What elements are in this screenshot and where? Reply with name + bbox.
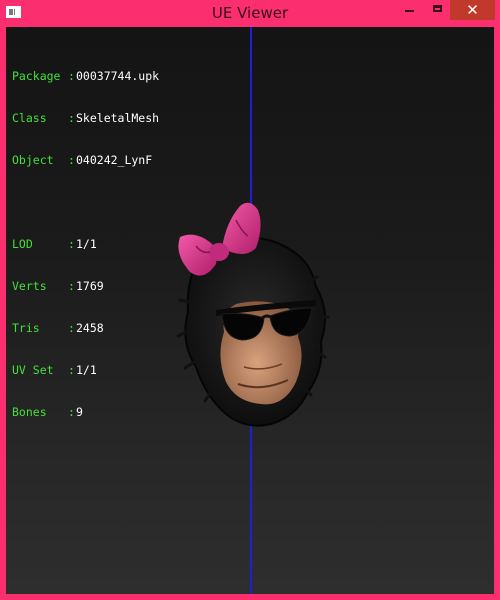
info-label: Package (12, 69, 61, 83)
info-row-verts: Verts: 1769 (12, 279, 104, 293)
info-label: Tris (12, 321, 40, 335)
info-value: 2458 (76, 321, 104, 335)
info-label: Verts (12, 279, 47, 293)
info-value: 1/1 (76, 237, 97, 251)
minimize-button[interactable] (396, 0, 424, 20)
close-icon: ✕ (466, 1, 479, 19)
info-value: SkeletalMesh (76, 111, 160, 125)
info-label: LOD (12, 237, 33, 251)
info-row-lod: LOD: 1/1 (12, 237, 97, 251)
info-value: 1769 (76, 279, 104, 293)
close-button[interactable]: ✕ (450, 0, 495, 20)
info-label: Bones (12, 405, 47, 419)
info-label: Class (12, 111, 47, 125)
info-label: Object (12, 153, 54, 167)
mesh-preview-monkey-head (176, 202, 330, 427)
minimize-icon (405, 10, 414, 12)
maximize-icon (433, 5, 442, 12)
info-row-class: Class: SkeletalMesh (12, 111, 160, 125)
app-window: UE Viewer ✕ Package: 00037744.upk Class:… (0, 0, 500, 600)
info-row-bones: Bones: 9 (12, 405, 83, 419)
info-value: 00037744.upk (76, 69, 160, 83)
info-row-object: Object: 040242_LynF (12, 153, 153, 167)
mesh-info-overlay: Package: 00037744.upk Class: SkeletalMes… (12, 41, 159, 447)
info-label: UV Set (12, 363, 54, 377)
title-bar[interactable]: UE Viewer ✕ (0, 0, 500, 27)
info-row-uvset: UV Set: 1/1 (12, 363, 97, 377)
3d-viewport[interactable]: Package: 00037744.upk Class: SkeletalMes… (6, 27, 494, 594)
info-value: 1/1 (76, 363, 97, 377)
info-value: 9 (76, 405, 83, 419)
info-row-package: Package: 00037744.upk (12, 69, 160, 83)
info-row-tris: Tris: 2458 (12, 321, 104, 335)
info-value: 040242_LynF (76, 153, 153, 167)
maximize-button[interactable] (424, 0, 450, 20)
